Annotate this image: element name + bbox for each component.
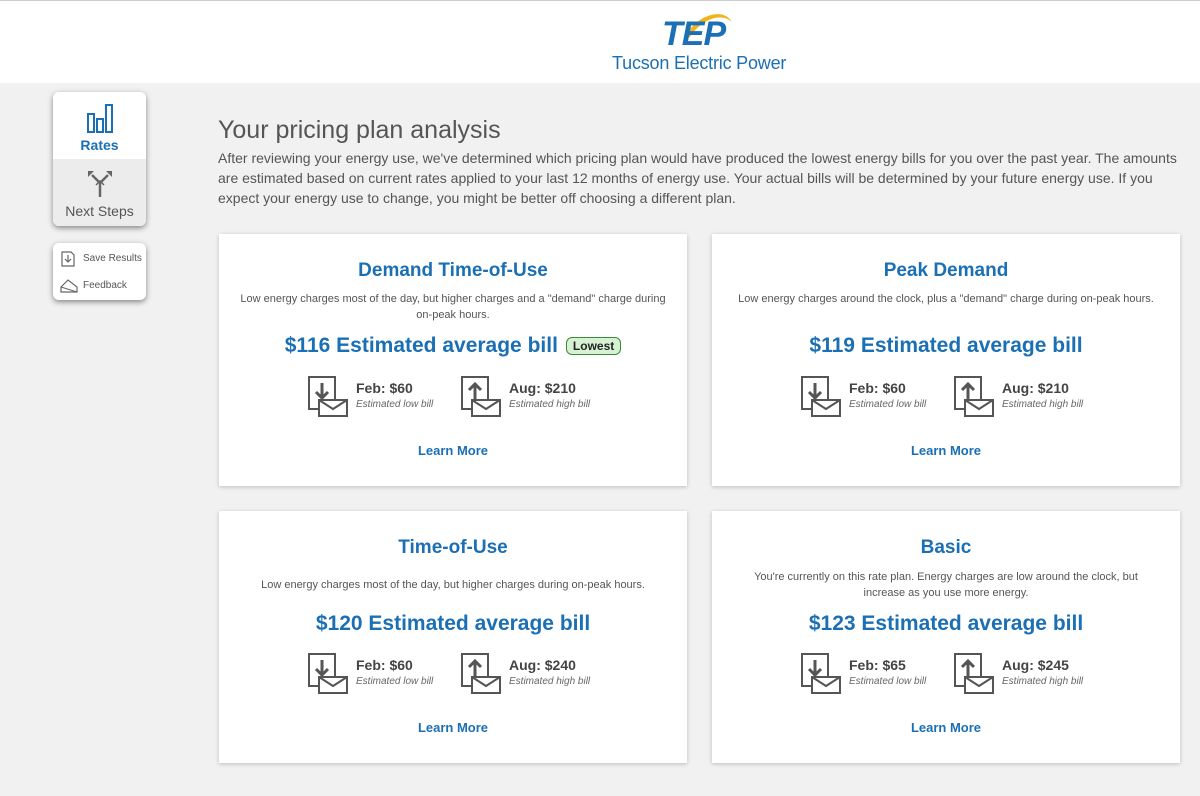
estimated-bill-text: $116 Estimated average bill <box>284 334 558 358</box>
high-bill-envelope-icon <box>954 653 994 694</box>
learn-more-link[interactable]: Learn More <box>219 443 687 458</box>
nav-item-rates[interactable]: Rates <box>53 92 146 159</box>
learn-more-link[interactable]: Learn More <box>219 720 687 735</box>
plan-card-time-of-use: Time-of-Use Low energy charges most of t… <box>219 511 687 763</box>
lowest-badge: Lowest <box>565 337 622 356</box>
high-bill-envelope-icon <box>461 653 501 694</box>
low-bill-caption: Estimated low bill <box>849 399 927 410</box>
high-bill-caption: Estimated high bill <box>509 399 591 410</box>
sidebar-tools: Save Results Feedback <box>53 243 146 300</box>
high-bill: Aug: $240 Estimated high bill <box>460 652 600 697</box>
low-bill: Feb: $60 Estimated low bill <box>800 375 940 420</box>
save-results-button[interactable]: Save Results <box>59 249 144 269</box>
header: TEP Tucson Electric Power <box>0 0 1200 83</box>
logo-mark: TEP <box>662 15 726 53</box>
plan-estimated-bill: $123 Estimated average bill <box>712 612 1180 640</box>
low-bill-month: Feb: $60 <box>849 380 906 396</box>
plan-description: Low energy charges most of the day, but … <box>261 579 645 591</box>
low-bill-envelope-icon <box>308 653 348 694</box>
save-results-label: Save Results <box>83 253 142 264</box>
estimated-bill-text: $120 Estimated average bill <box>315 612 591 636</box>
plan-description: Low energy charges around the clock, plu… <box>738 293 1154 305</box>
plan-title: Demand Time-of-Use <box>358 260 548 281</box>
nav-label-next-steps: Next Steps <box>65 203 134 219</box>
plan-title: Time-of-Use <box>398 537 508 558</box>
plan-card-demand-time-of-use: Demand Time-of-Use Low energy charges mo… <box>219 234 687 486</box>
feedback-label: Feedback <box>83 280 127 291</box>
low-bill: Feb: $65 Estimated low bill <box>800 652 940 697</box>
plan-estimated-bill: $119 Estimated average bill <box>712 334 1180 362</box>
high-bill-caption: Estimated high bill <box>1002 399 1084 410</box>
intro-text: After reviewing your energy use, we've d… <box>218 150 1177 206</box>
high-bill-envelope-icon <box>954 376 994 417</box>
high-bill-caption: Estimated high bill <box>1002 676 1084 687</box>
plan-estimated-bill: $120 Estimated average bill <box>219 612 687 640</box>
plan-description: You're currently on this rate plan. Ener… <box>754 571 1138 599</box>
plan-card-peak-demand: Peak Demand Low energy charges around th… <box>712 234 1180 486</box>
logo-text: Tucson Electric Power <box>612 53 787 73</box>
nav-item-next-steps[interactable]: Next Steps <box>53 159 146 226</box>
nav-label-rates: Rates <box>80 137 119 153</box>
plan-title: Peak Demand <box>883 260 1009 281</box>
estimated-bill-text: $119 Estimated average bill <box>809 334 1083 358</box>
high-bill-month: Aug: $210 <box>509 380 576 396</box>
low-bill-envelope-icon <box>801 376 841 417</box>
plan-description: Low energy charges most of the day, but … <box>240 293 666 321</box>
feedback-icon <box>60 279 78 293</box>
low-bill-envelope-icon <box>801 653 841 694</box>
estimated-bill-text: $123 Estimated average bill <box>808 612 1084 636</box>
low-bill-caption: Estimated low bill <box>356 399 434 410</box>
plan-card-basic: Basic You're currently on this rate plan… <box>712 511 1180 763</box>
high-bill: Aug: $245 Estimated high bill <box>953 652 1093 697</box>
low-bill-envelope-icon <box>308 376 348 417</box>
high-bill: Aug: $210 Estimated high bill <box>460 375 600 420</box>
learn-more-link[interactable]: Learn More <box>712 720 1180 735</box>
low-bill-caption: Estimated low bill <box>356 676 434 687</box>
high-bill-caption: Estimated high bill <box>509 676 591 687</box>
low-bill-month: Feb: $60 <box>356 657 413 673</box>
high-bill: Aug: $210 Estimated high bill <box>953 375 1093 420</box>
plan-estimated-bill: $116 Estimated average bill Lowest <box>219 334 687 362</box>
directions-icon <box>88 171 112 197</box>
high-bill-month: Aug: $210 <box>1002 380 1069 396</box>
low-bill-caption: Estimated low bill <box>849 676 927 687</box>
high-bill-envelope-icon <box>461 376 501 417</box>
learn-more-link[interactable]: Learn More <box>712 443 1180 458</box>
high-bill-month: Aug: $240 <box>509 657 576 673</box>
feedback-button[interactable]: Feedback <box>59 276 144 296</box>
download-icon <box>61 251 75 267</box>
tep-logo[interactable]: TEP Tucson Electric Power <box>612 9 786 75</box>
high-bill-month: Aug: $245 <box>1002 657 1069 673</box>
low-bill: Feb: $60 Estimated low bill <box>307 375 447 420</box>
bar-chart-icon <box>87 104 113 133</box>
plan-title: Basic <box>920 537 972 558</box>
low-bill-month: Feb: $65 <box>849 657 906 673</box>
page-title: Your pricing plan analysis <box>218 116 501 144</box>
low-bill-month: Feb: $60 <box>356 380 413 396</box>
low-bill: Feb: $60 Estimated low bill <box>307 652 447 697</box>
sidebar-nav: Rates Next Steps <box>53 92 146 226</box>
